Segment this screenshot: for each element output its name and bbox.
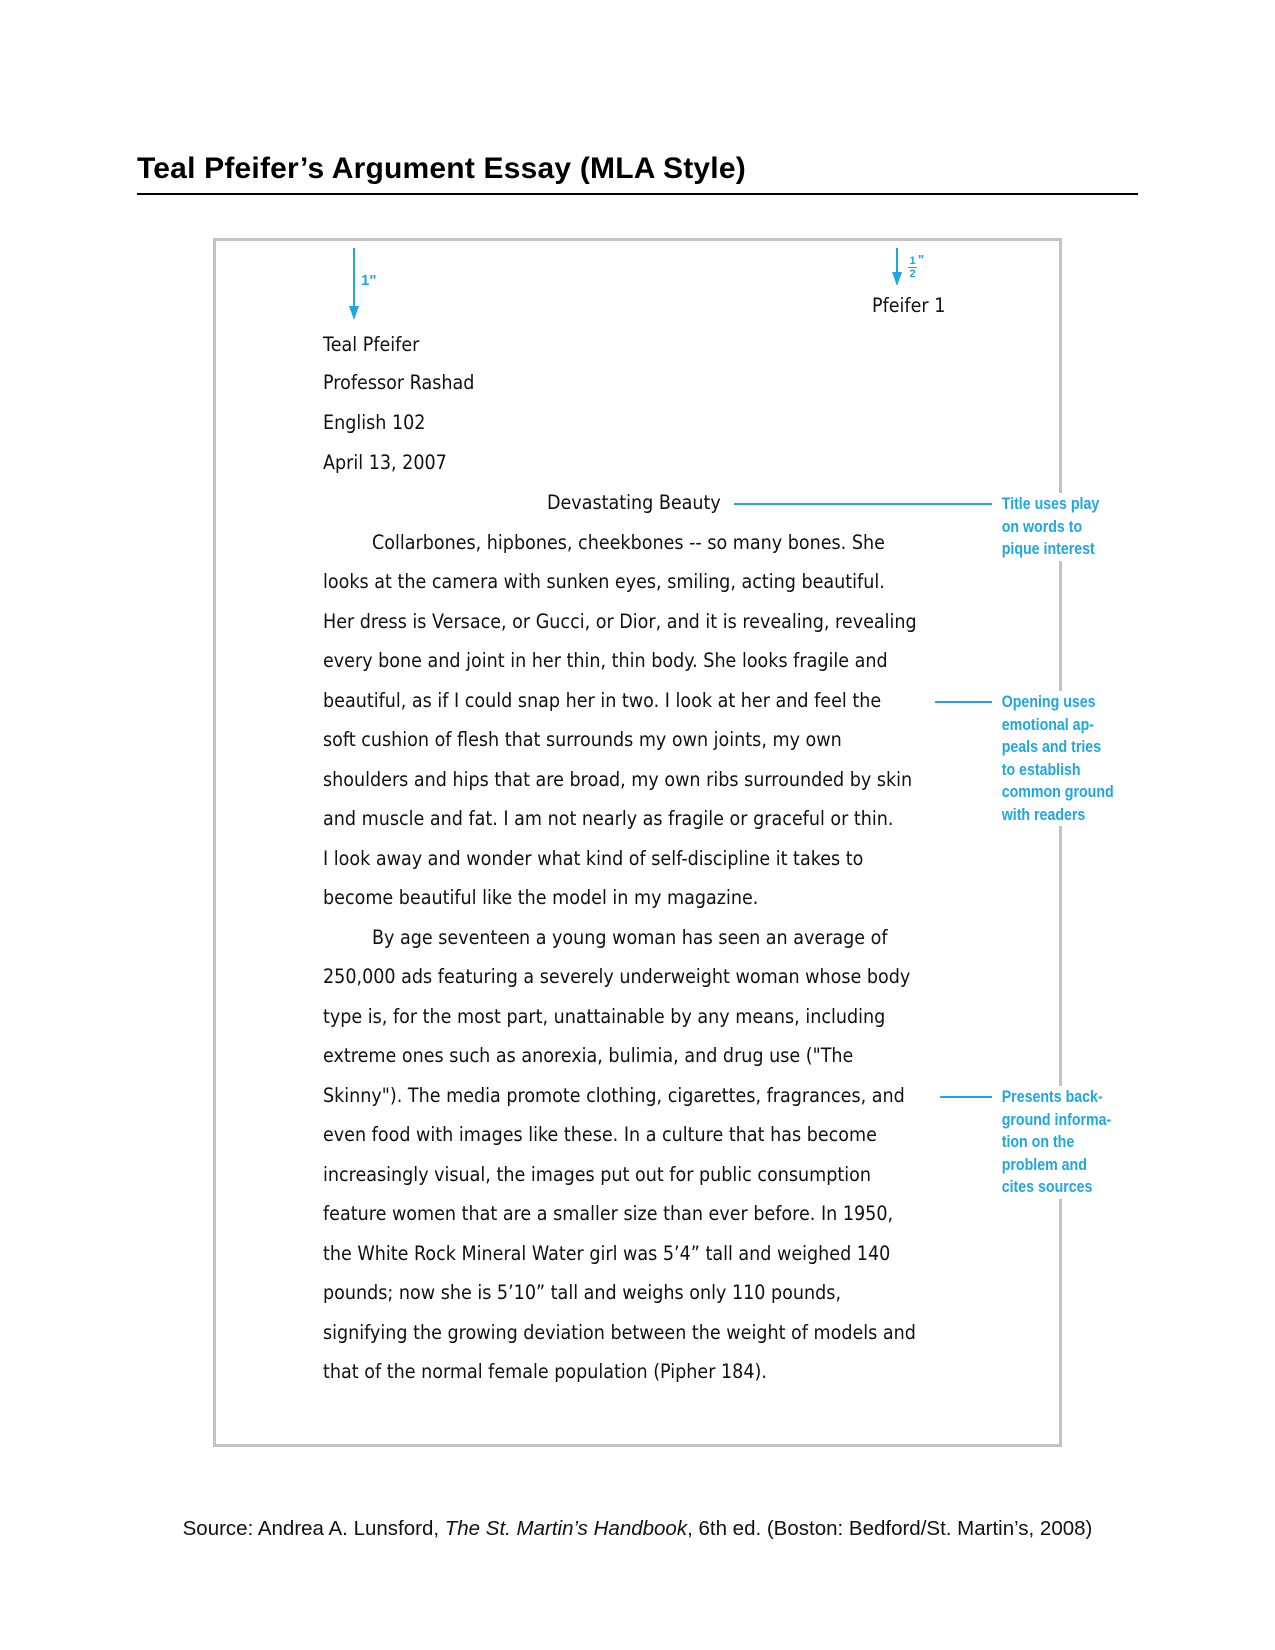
body-line: feature women that are a smaller size th… [323,1202,894,1225]
fraction-numerator: 1 [909,255,916,267]
heading-student-name: Teal Pfeifer [323,333,420,356]
body-line: Her dress is Versace, or Gucci, or Dior,… [323,610,917,633]
header-margin-unit: " [918,252,925,267]
body-line: 250,000 ads featuring a severely underwe… [323,965,911,988]
annotation-background: Presents back- ground informa- tion on t… [1000,1086,1114,1199]
body-line: beautiful, as if I could snap her in two… [323,689,882,712]
body-line: that of the normal female population (Pi… [323,1360,767,1383]
annotation-line: Presents back- [1001,1088,1103,1106]
heading-date: April 13, 2007 [323,451,447,474]
annotation-title: Title uses play on words to pique intere… [1000,493,1101,561]
source-citation: Source: Andrea A. Lunsford, The St. Mart… [0,1517,1275,1541]
source-book-title: The St. Martin’s Handbook [444,1517,688,1540]
heading-instructor: Professor Rashad [323,371,475,394]
annotation-line: ground informa- [1001,1110,1112,1129]
body-line: Skinny"). The media promote clothing, ci… [323,1084,905,1107]
body-line: the White Rock Mineral Water girl was 5’… [323,1242,891,1265]
annotation-opening: Opening uses emotional ap- peals and tri… [1000,691,1116,826]
body-line: soft cushion of flesh that surrounds my … [323,728,842,751]
source-suffix: , 6th ed. (Boston: Bedford/St. Martin’s,… [687,1517,1093,1540]
body-line: By age seventeen a young woman has seen … [372,926,888,949]
body-line: type is, for the most part, unattainable… [323,1005,886,1028]
annotation-line: with readers [1001,805,1086,824]
annotation-line: Opening uses [1001,693,1096,711]
body-line: increasingly visual, the images put out … [323,1163,872,1186]
body-line: become beautiful like the model in my ma… [323,886,759,909]
title-annotation-connector [734,503,992,505]
body-line: Collarbones, hipbones, cheekbones -- so … [372,531,885,554]
essay-title: Devastating Beauty [547,491,721,514]
heading-rule [137,193,1138,195]
annotation-line: Title uses play [1001,495,1100,513]
header-margin-arrow-icon [892,272,902,286]
annotation-line: to establish [1001,760,1081,779]
body-line: and muscle and fat. I am not nearly as f… [323,807,894,830]
annotation-line: tion on the [1001,1133,1075,1151]
annotation-line: on words to [1001,517,1083,536]
body-line: shoulders and hips that are broad, my ow… [323,768,913,791]
body-line: extreme ones such as anorexia, bulimia, … [323,1044,854,1067]
body-line: signifying the growing deviation between… [323,1321,916,1344]
running-head: Pfeifer 1 [872,294,946,317]
annotation-line: common ground [1001,783,1114,801]
top-margin-arrow-icon [349,306,359,320]
opening-annotation-connector [935,701,992,703]
annotation-line: peals and tries [1001,738,1102,756]
body-line: pounds; now she is 5’10” tall and weighs… [323,1281,842,1304]
annotation-line: pique interest [1001,540,1095,558]
source-prefix: Source: Andrea A. Lunsford, [182,1517,445,1540]
header-margin-arrow-shaft [896,248,898,272]
page-heading: Teal Pfeifer’s Argument Essay (MLA Style… [137,152,746,185]
annotation-line: emotional ap- [1001,715,1094,734]
background-annotation-connector [940,1096,992,1098]
top-margin-label: 1" [361,272,377,289]
annotation-line: problem and [1001,1155,1087,1174]
body-line: I look away and wonder what kind of self… [323,847,864,870]
body-line: looks at the camera with sunken eyes, sm… [323,570,885,593]
fraction-denominator: 2 [909,268,916,280]
heading-course: English 102 [323,411,426,434]
body-line: every bone and joint in her thin, thin b… [323,649,888,672]
annotation-line: cites sources [1001,1178,1093,1196]
header-margin-label: 1 2 [908,255,917,280]
body-line: even food with images like these. In a c… [323,1123,877,1146]
top-margin-arrow-shaft [353,248,355,308]
